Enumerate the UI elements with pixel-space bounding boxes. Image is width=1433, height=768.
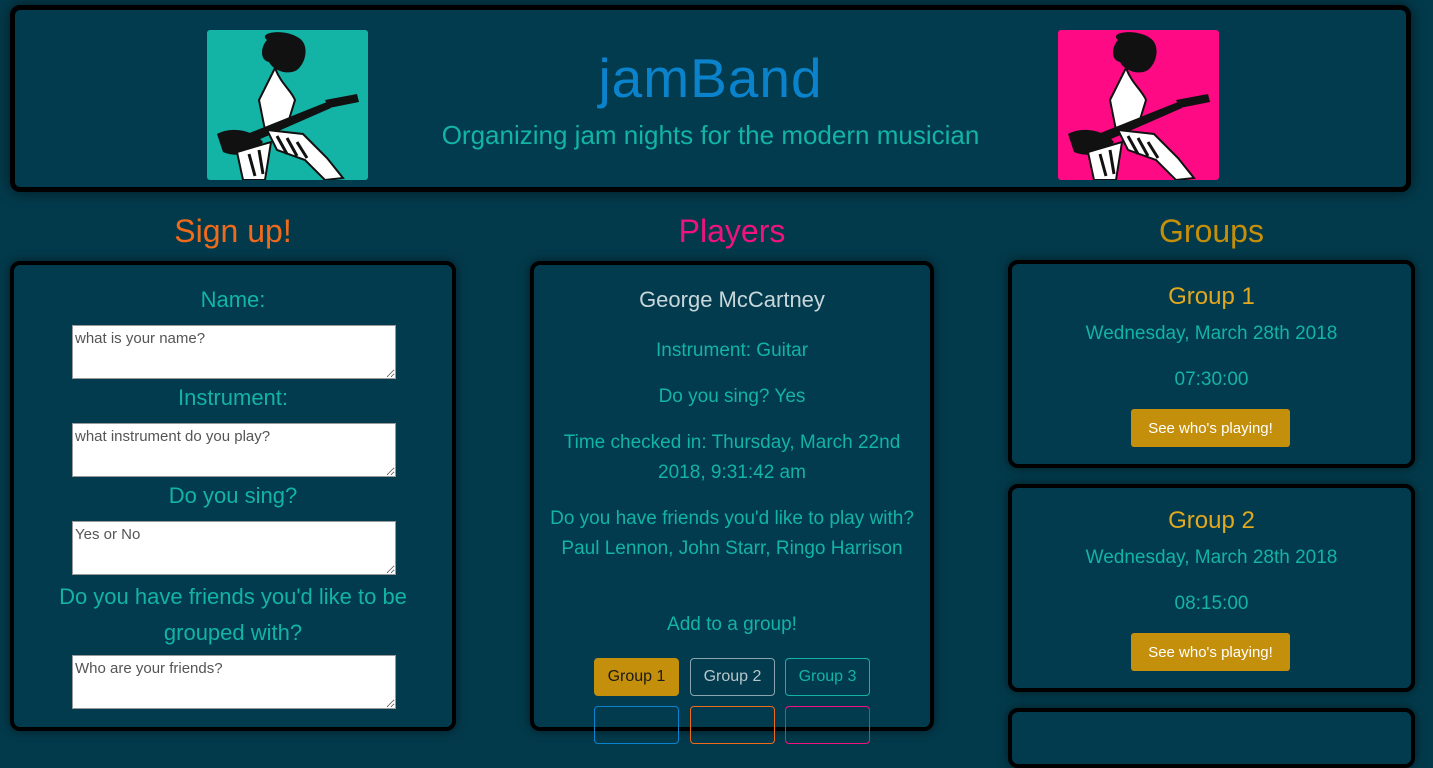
add-group-2-button[interactable]: Group 2 <box>690 658 775 696</box>
player-card: George McCartney Instrument: Guitar Do y… <box>530 261 934 744</box>
add-group-5-button[interactable] <box>690 706 775 744</box>
signup-form: Name: Instrument: Do you sing? Do you ha… <box>10 261 456 731</box>
add-group-4-button[interactable] <box>594 706 679 744</box>
group-card: Group 1 Wednesday, March 28th 2018 07:30… <box>1008 260 1415 468</box>
friends-label: Do you have friends you'd like to be gro… <box>59 584 407 645</box>
group-time: 08:15:00 <box>1174 593 1249 614</box>
see-whos-playing-button[interactable]: See who's playing! <box>1131 409 1290 447</box>
group-name: Group 2 <box>1168 507 1255 534</box>
add-to-group-prompt: Add to a group! <box>667 614 797 635</box>
sing-input[interactable] <box>72 521 396 575</box>
player-sing: Do you sing? Yes <box>658 386 806 407</box>
group-card: Group 2 Wednesday, March 28th 2018 08:15… <box>1008 484 1415 692</box>
player-name: George McCartney <box>639 287 825 312</box>
add-group-3-button[interactable]: Group 3 <box>785 658 870 696</box>
group-name: Group 1 <box>1168 283 1255 310</box>
group-date: Wednesday, March 28th 2018 <box>1085 323 1338 344</box>
player-instrument: Instrument: Guitar <box>655 340 809 361</box>
instrument-label: Instrument: <box>177 385 289 410</box>
name-label: Name: <box>200 287 266 312</box>
player-checked-in: Time checked in: Thursday, March 22nd 20… <box>563 432 901 483</box>
friends-input[interactable] <box>72 655 396 709</box>
see-whos-playing-button[interactable]: See who's playing! <box>1131 633 1290 671</box>
name-input[interactable] <box>72 325 396 379</box>
players-heading: Players <box>678 213 786 249</box>
player-friends: Do you have friends you'd like to play w… <box>550 508 914 559</box>
signup-heading: Sign up! <box>174 213 292 249</box>
guitarist-image-right <box>1058 30 1219 180</box>
add-group-1-button[interactable]: Group 1 <box>594 658 679 696</box>
group-card <box>1008 708 1415 768</box>
sing-label: Do you sing? <box>168 483 298 508</box>
groups-heading: Groups <box>1159 213 1264 249</box>
group-date: Wednesday, March 28th 2018 <box>1085 547 1338 568</box>
instrument-input[interactable] <box>72 423 396 477</box>
site-header: jamBand Organizing jam nights for the mo… <box>10 5 1411 192</box>
add-group-6-button[interactable] <box>785 706 870 744</box>
group-time: 07:30:00 <box>1174 369 1249 390</box>
